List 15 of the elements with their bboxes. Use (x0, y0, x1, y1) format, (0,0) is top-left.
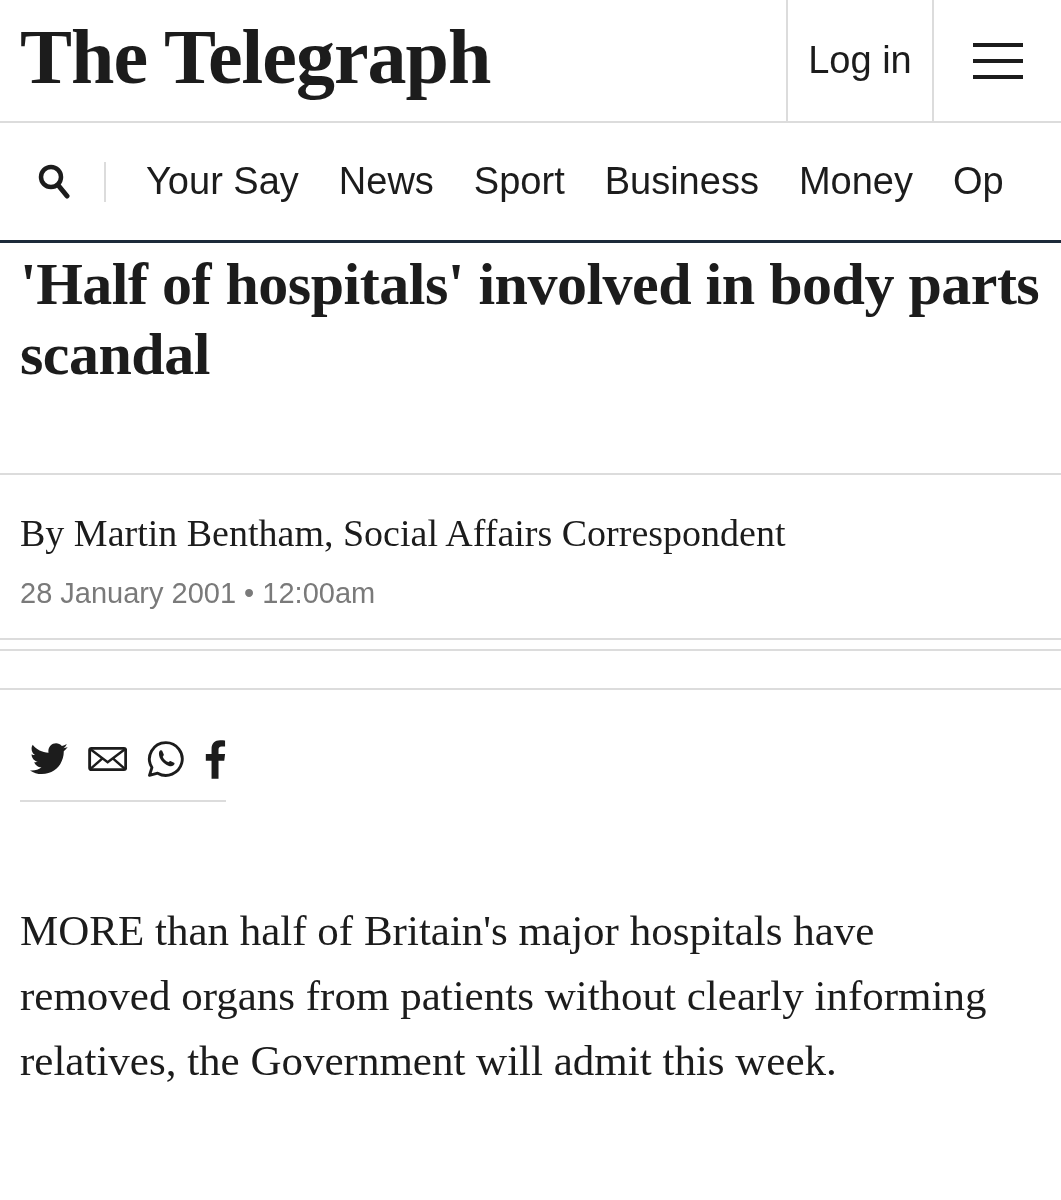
nav-link[interactable]: Money (798, 160, 913, 203)
publish-date: 28 January 2001 • 12:00am (20, 577, 377, 610)
site-logo[interactable]: The Telegraph (0, 11, 786, 102)
article-headline: 'Half of hospitals' involved in body parts scandal (0, 243, 1061, 475)
nav-link[interactable]: Sport (473, 160, 565, 203)
login-button[interactable]: Log in (786, 0, 934, 121)
menu-icon[interactable] (972, 42, 1023, 79)
search-icon[interactable] (38, 163, 70, 200)
nav-link[interactable]: News (338, 160, 434, 203)
nav-link[interactable]: Business (604, 160, 759, 203)
article-paragraph: MORE than half of Britain's major hospitals have removed organs from patients without clearly informing relatives, the Government will admit this week. (20, 906, 988, 1086)
email-icon[interactable] (87, 744, 127, 774)
nav-link[interactable]: Your Say (146, 160, 299, 203)
nav-link[interactable]: Op (952, 160, 1004, 203)
byline: By Martin Bentham, Social Affairs Correspondent (20, 511, 787, 555)
